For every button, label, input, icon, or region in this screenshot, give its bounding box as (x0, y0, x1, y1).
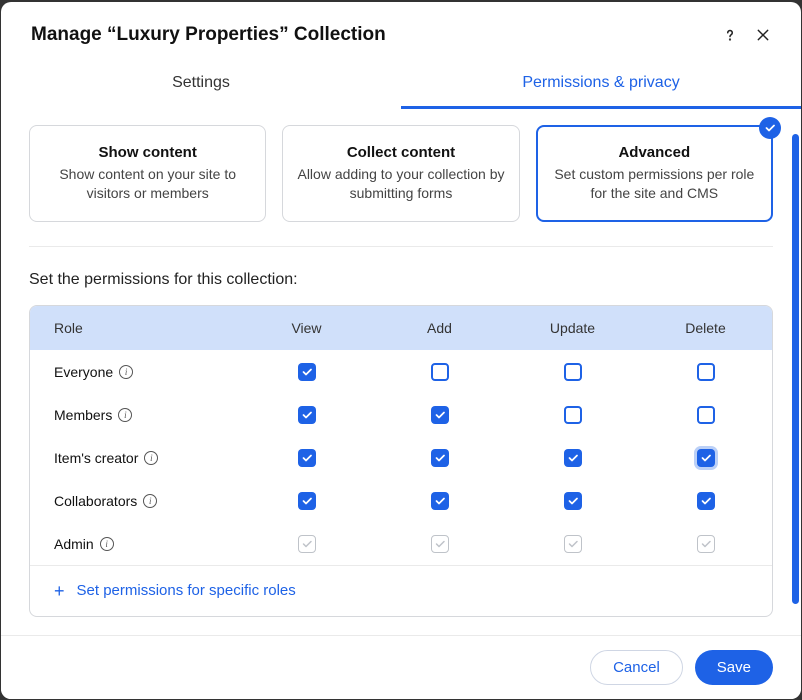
td-role: Item's creator i (30, 450, 240, 466)
td-col (639, 406, 772, 424)
td-col (506, 492, 639, 510)
set-specific-roles-link[interactable]: + Set permissions for specific roles (30, 565, 772, 616)
modal-title: Manage “Luxury Properties” Collection (31, 24, 386, 46)
role-label: Admin (54, 536, 94, 552)
checkbox[interactable] (564, 406, 582, 424)
td-col (639, 535, 772, 553)
td-col (373, 363, 506, 381)
checkbox[interactable] (564, 449, 582, 467)
plus-icon: + (54, 582, 65, 600)
checkbox[interactable] (298, 449, 316, 467)
td-role: Members i (30, 407, 240, 423)
checkbox[interactable] (431, 449, 449, 467)
table-row: Members i (30, 393, 772, 436)
info-icon[interactable]: i (144, 451, 158, 465)
td-col (506, 535, 639, 553)
permissions-table: Role View Add Update Delete EveryoneiMem… (29, 305, 773, 617)
table-row: Admini (30, 522, 772, 565)
card-collect-content[interactable]: Collect content Allow adding to your col… (282, 125, 519, 222)
header-icons (721, 26, 771, 44)
footer-link-label: Set permissions for specific roles (77, 582, 296, 599)
scrollbar[interactable] (792, 134, 799, 604)
section-title: Set the permissions for this collection: (29, 271, 773, 289)
checkbox[interactable] (298, 363, 316, 381)
checkbox (298, 535, 316, 553)
td-col (639, 492, 772, 510)
card-desc: Allow adding to your collection by submi… (297, 165, 504, 203)
help-icon[interactable] (721, 26, 739, 44)
save-button[interactable]: Save (695, 650, 773, 685)
tab-settings[interactable]: Settings (1, 60, 401, 109)
card-title: Advanced (551, 144, 758, 161)
option-cards: Show content Show content on your site t… (29, 125, 773, 222)
th-add: Add (373, 320, 506, 336)
role-label: Collaborators (54, 493, 137, 509)
checkbox[interactable] (431, 363, 449, 381)
card-advanced[interactable]: Advanced Set custom permissions per role… (536, 125, 773, 222)
th-role: Role (30, 320, 240, 336)
table-header: Role View Add Update Delete (30, 306, 772, 350)
info-icon[interactable]: i (118, 408, 132, 422)
td-col (373, 492, 506, 510)
content-area: Show content Show content on your site t… (1, 109, 801, 635)
td-col (639, 449, 772, 467)
tabs: Settings Permissions & privacy (1, 60, 801, 109)
cancel-button[interactable]: Cancel (590, 650, 683, 685)
close-icon[interactable] (755, 27, 771, 43)
checkbox (431, 535, 449, 553)
checkbox[interactable] (431, 492, 449, 510)
checkbox[interactable] (564, 492, 582, 510)
th-update: Update (506, 320, 639, 336)
td-col (240, 492, 373, 510)
tab-permissions[interactable]: Permissions & privacy (401, 60, 801, 109)
check-icon (759, 117, 781, 139)
table-row: Everyone i (30, 350, 772, 393)
td-col (240, 535, 373, 553)
table-row: Item's creator i (30, 436, 772, 479)
card-show-content[interactable]: Show content Show content on your site t… (29, 125, 266, 222)
manage-collection-modal: Manage “Luxury Properties” Collection Se… (1, 2, 801, 699)
checkbox[interactable] (564, 363, 582, 381)
divider (29, 246, 773, 247)
card-title: Show content (44, 144, 251, 161)
info-icon[interactable]: i (119, 365, 133, 379)
td-role: Collaborators i (30, 493, 240, 509)
card-desc: Show content on your site to visitors or… (44, 165, 251, 203)
role-label: Members (54, 407, 112, 423)
modal-footer: Cancel Save (1, 635, 801, 699)
info-icon[interactable]: i (100, 537, 114, 551)
checkbox[interactable] (697, 406, 715, 424)
checkbox[interactable] (431, 406, 449, 424)
modal-header: Manage “Luxury Properties” Collection (1, 2, 801, 60)
td-col (639, 363, 772, 381)
td-col (373, 406, 506, 424)
td-role: Everyone i (30, 364, 240, 380)
td-col (240, 363, 373, 381)
td-col (506, 363, 639, 381)
checkbox[interactable] (697, 449, 715, 467)
checkbox (697, 535, 715, 553)
checkbox[interactable] (298, 406, 316, 424)
td-col (240, 406, 373, 424)
info-icon[interactable]: i (143, 494, 157, 508)
table-row: Collaborators i (30, 479, 772, 522)
td-col (373, 449, 506, 467)
checkbox[interactable] (697, 492, 715, 510)
card-desc: Set custom permissions per role for the … (551, 165, 758, 203)
td-col (506, 449, 639, 467)
td-col (506, 406, 639, 424)
th-view: View (240, 320, 373, 336)
th-delete: Delete (639, 320, 772, 336)
role-label: Everyone (54, 364, 113, 380)
checkbox (564, 535, 582, 553)
td-col (240, 449, 373, 467)
td-role: Admini (30, 536, 240, 552)
checkbox[interactable] (298, 492, 316, 510)
td-col (373, 535, 506, 553)
card-title: Collect content (297, 144, 504, 161)
checkbox[interactable] (697, 363, 715, 381)
role-label: Item's creator (54, 450, 138, 466)
